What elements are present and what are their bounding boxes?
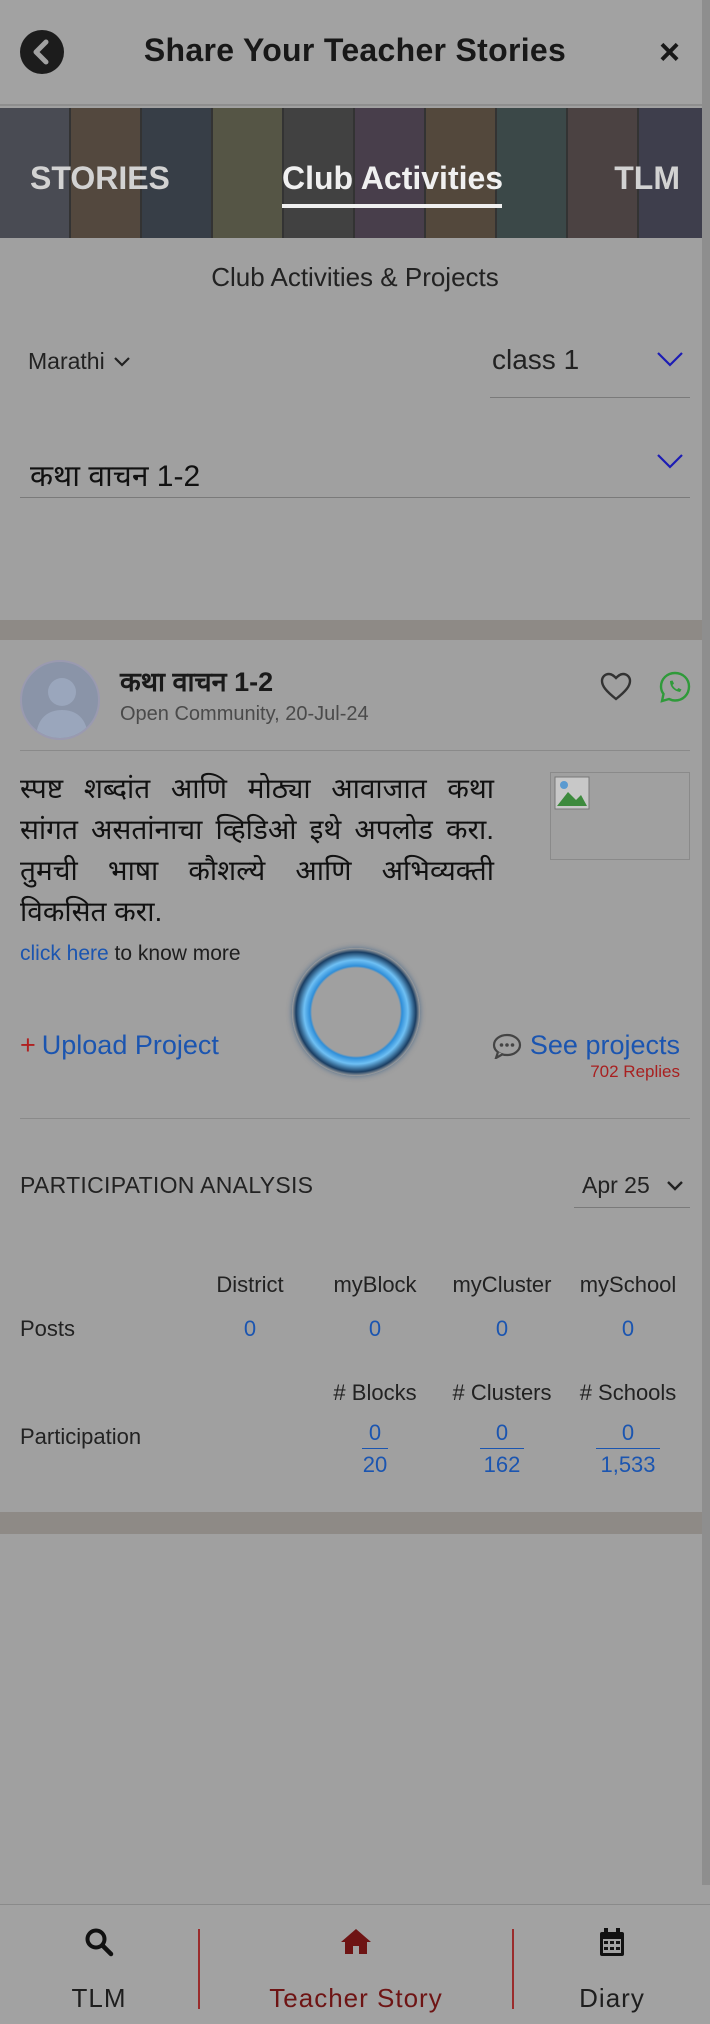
nav-teacher-story-label: Teacher Story [269,1983,443,2013]
top-bar: Share Your Teacher Stories × [0,0,710,106]
column-header-district: District [216,1272,284,1297]
upload-project-label: Upload Project [41,1030,219,1060]
nav-tlm[interactable]: TLM [0,1905,198,2024]
fraction-line [362,1448,388,1449]
back-button[interactable] [20,30,64,74]
know-more-text: click here to know more [20,942,241,966]
posts-mycluster-value[interactable]: 0 [442,1316,562,1342]
month-value: Apr 25 [582,1172,650,1198]
search-icon [85,1928,114,1957]
clusters-total-value[interactable]: 162 [442,1452,562,1478]
divider [20,1118,690,1119]
blocks-total-value[interactable]: 20 [315,1452,435,1478]
bottom-navigation: TLM Teacher Story Diary [0,1904,710,2024]
avatar [20,660,100,740]
tab-stories[interactable]: STORIES [30,160,170,197]
class-dropdown[interactable]: class 1 [490,340,690,398]
see-projects-button[interactable]: See projects [492,1030,680,1061]
loading-spinner-icon [292,948,420,1076]
chevron-down-icon [657,352,683,367]
language-dropdown[interactable]: Marathi [28,348,131,375]
scrollbar[interactable] [702,0,710,1885]
column-header-mycluster: myCluster [452,1272,552,1297]
tab-banner: STORIES Club Activities TLM [0,108,710,238]
column-header-schools: # Schools [579,1380,677,1405]
column-header-clusters: # Clusters [452,1380,552,1405]
post-meta: Open Community, 20-Jul-24 [120,703,369,725]
participation-analysis-title: PARTICIPATION ANALYSIS [20,1172,314,1198]
schools-total-value[interactable]: 1,533 [568,1452,688,1478]
section-divider [0,1512,710,1534]
fraction-line [596,1448,660,1449]
fraction-line [480,1448,524,1449]
posts-myschool-value[interactable]: 0 [568,1316,688,1342]
clusters-participated-value[interactable]: 0 [442,1420,562,1446]
user-placeholder-icon [36,678,88,738]
active-tab-indicator [282,204,502,208]
nav-tlm-label: TLM [71,1983,127,2013]
column-header-blocks: # Blocks [333,1380,417,1405]
activity-value: कथा वाचन 1-2 [30,460,201,493]
nav-diary[interactable]: Diary [514,1905,710,2024]
class-value: class 1 [492,344,580,375]
upload-project-button[interactable]: + Upload Project [20,1030,219,1061]
posts-myblock-value[interactable]: 0 [315,1316,435,1342]
replies-count: 702 Replies [590,1062,680,1081]
chevron-down-icon [113,356,130,367]
participation-row-label: Participation [20,1424,142,1449]
chevron-down-icon [667,1181,683,1191]
tab-club-activities[interactable]: Club Activities [282,160,503,197]
know-more-suffix: to know more [108,942,241,965]
section-title: Club Activities & Projects [211,262,499,292]
page-title: Share Your Teacher Stories [143,32,567,68]
whatsapp-share-button[interactable] [658,670,692,709]
posts-row-label: Posts [20,1316,76,1341]
section-divider [0,620,710,640]
see-projects-label: See projects [529,1030,680,1060]
divider [20,750,690,751]
post-description: स्पष्ट शब्दांत आणि मोठ्या आवाजात कथा सां… [20,773,494,927]
post-thumbnail[interactable] [550,772,690,860]
language-value: Marathi [28,348,105,374]
tab-tlm[interactable]: TLM [614,160,680,197]
heart-icon [600,672,632,701]
click-here-link[interactable]: click here [20,942,109,965]
chevron-left-icon [33,39,49,65]
close-button[interactable]: × [659,32,680,72]
chevron-down-icon [657,454,683,469]
post-title: कथा वाचन 1-2 [120,667,274,697]
home-icon [341,1929,371,1954]
nav-teacher-story[interactable]: Teacher Story [200,1905,512,2024]
blocks-participated-value[interactable]: 0 [315,1420,435,1446]
calendar-icon [600,1928,624,1956]
activity-dropdown[interactable]: कथा वाचन 1-2 [20,440,690,498]
like-button[interactable] [600,672,632,707]
posts-district-value[interactable]: 0 [190,1316,310,1342]
broken-image-icon [554,776,590,810]
column-header-myblock: myBlock [333,1272,417,1297]
plus-icon: + [20,1030,36,1060]
column-header-myschool: mySchool [579,1272,677,1297]
whatsapp-icon [659,671,691,703]
chat-bubbles-icon [492,1033,522,1059]
schools-participated-value[interactable]: 0 [568,1420,688,1446]
nav-diary-label: Diary [579,1983,645,2013]
month-dropdown[interactable]: Apr 25 [574,1164,690,1208]
